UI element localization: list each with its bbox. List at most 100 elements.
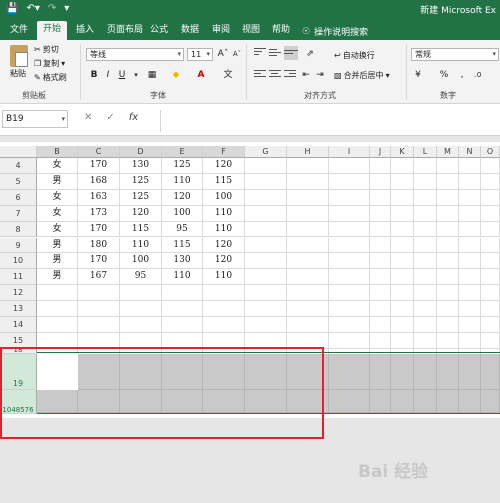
cell-o15[interactable] [481, 332, 500, 349]
name-box[interactable]: B19 ▾ [2, 110, 68, 128]
cell-k10[interactable] [391, 253, 414, 270]
cell-l10[interactable] [414, 253, 437, 270]
cell-m13[interactable] [437, 301, 459, 317]
cell-d12[interactable] [120, 285, 162, 302]
cell-c11[interactable]: 167 [78, 269, 120, 286]
cell-m6[interactable] [437, 189, 459, 206]
font-size-select[interactable]: 11 ▾ [187, 48, 213, 61]
tab-help[interactable]: 帮助 [266, 22, 296, 40]
save-icon[interactable]: 💾 [6, 2, 18, 16]
currency-icon[interactable]: ¥ [412, 69, 424, 81]
insert-function-icon[interactable]: fx [129, 112, 138, 123]
selected-cell[interactable] [459, 390, 481, 413]
selected-cell[interactable] [329, 390, 370, 413]
cell-d9[interactable]: 110 [120, 237, 162, 254]
cell-d8[interactable]: 115 [120, 221, 162, 238]
cell-d14[interactable] [120, 317, 162, 333]
cell-e10[interactable]: 130 [162, 253, 203, 270]
cell-k4[interactable] [391, 158, 414, 174]
selected-cell[interactable] [370, 390, 391, 413]
cell-b12[interactable] [37, 285, 78, 302]
cell-i7[interactable] [329, 205, 370, 222]
cell-n7[interactable] [459, 205, 481, 222]
column-header-d[interactable]: D [120, 146, 162, 158]
cell-i5[interactable] [329, 173, 370, 190]
orientation-icon[interactable]: ⇗ [304, 48, 316, 60]
column-header-e[interactable]: E [162, 146, 203, 158]
cell-i9[interactable] [329, 237, 370, 254]
cell-l13[interactable] [414, 301, 437, 317]
row-header-6[interactable]: 6 [0, 189, 37, 206]
paste-button[interactable]: 粘贴 [10, 68, 26, 79]
row-header-8[interactable]: 8 [0, 221, 37, 238]
cell-c12[interactable] [78, 285, 120, 302]
cell-j8[interactable] [370, 221, 391, 238]
selected-cell[interactable] [481, 390, 500, 413]
cell-e9[interactable]: 115 [162, 237, 203, 254]
cell-m9[interactable] [437, 237, 459, 254]
cell-o9[interactable] [481, 237, 500, 254]
tab-review[interactable]: 审阅 [206, 22, 236, 40]
cell-l11[interactable] [414, 269, 437, 286]
selected-cell[interactable] [391, 354, 414, 390]
tab-formulas[interactable]: 公式 [144, 22, 174, 40]
selected-cell[interactable] [437, 390, 459, 413]
column-header-f[interactable]: F [203, 146, 245, 158]
cell-c10[interactable]: 170 [78, 253, 120, 270]
cell-m11[interactable] [437, 269, 459, 286]
cell-c4[interactable]: 170 [78, 158, 120, 174]
column-header-g[interactable]: G [245, 146, 287, 158]
cell-g7[interactable] [245, 205, 287, 222]
bottom-align-icon[interactable] [284, 46, 298, 60]
select-all-corner[interactable] [0, 146, 37, 158]
row-header-11[interactable]: 11 [0, 269, 37, 286]
cell-k6[interactable] [391, 189, 414, 206]
cell-f5[interactable]: 115 [203, 173, 245, 190]
center-align-icon[interactable] [269, 70, 281, 80]
redo-icon[interactable]: ↷ [48, 2, 56, 16]
increase-indent-icon[interactable]: ⇥ [314, 69, 326, 81]
copy-button[interactable]: ❐ 复制 ▾ [34, 58, 65, 69]
cell-i12[interactable] [329, 285, 370, 302]
cancel-icon[interactable]: ✕ [84, 112, 92, 123]
cell-n8[interactable] [459, 221, 481, 238]
cell-b6[interactable]: 女 [37, 189, 78, 206]
cell-l15[interactable] [414, 332, 437, 349]
cell-f7[interactable]: 110 [203, 205, 245, 222]
cell-l4[interactable] [414, 158, 437, 174]
cell-c6[interactable]: 163 [78, 189, 120, 206]
cell-o10[interactable] [481, 253, 500, 270]
bold-button[interactable]: B [88, 69, 100, 81]
column-header-c[interactable]: C [78, 146, 120, 158]
column-header-o[interactable]: O [481, 146, 500, 158]
cell-f4[interactable]: 120 [203, 158, 245, 174]
cell-i14[interactable] [329, 317, 370, 333]
column-header-l[interactable]: L [414, 146, 437, 158]
formula-input[interactable] [160, 110, 500, 132]
cell-o13[interactable] [481, 301, 500, 317]
number-format-select[interactable]: 常规 ▾ [411, 48, 499, 61]
cell-h5[interactable] [287, 173, 329, 190]
undo-icon[interactable]: ↶▾ [26, 2, 39, 16]
cell-g14[interactable] [245, 317, 287, 333]
cell-n6[interactable] [459, 189, 481, 206]
tab-file[interactable]: 文件 [4, 22, 34, 40]
right-align-icon[interactable] [284, 70, 296, 80]
cell-b5[interactable]: 男 [37, 173, 78, 190]
cell-m14[interactable] [437, 317, 459, 333]
row-header-10[interactable]: 10 [0, 253, 37, 270]
cell-o7[interactable] [481, 205, 500, 222]
cell-m10[interactable] [437, 253, 459, 270]
column-header-j[interactable]: J [370, 146, 391, 158]
column-header-m[interactable]: M [437, 146, 459, 158]
cell-i8[interactable] [329, 221, 370, 238]
italic-button[interactable]: I [102, 69, 114, 81]
underline-dropdown[interactable]: ▾ [130, 69, 142, 81]
row-header-13[interactable]: 13 [0, 301, 37, 317]
merge-center-button[interactable]: ▧ 合并后居中 ▾ [334, 70, 390, 81]
cell-m4[interactable] [437, 158, 459, 174]
cell-j4[interactable] [370, 158, 391, 174]
phonetic-icon[interactable]: 文 [222, 69, 234, 81]
cell-e13[interactable] [162, 301, 203, 317]
font-color-icon[interactable]: A [195, 69, 207, 81]
